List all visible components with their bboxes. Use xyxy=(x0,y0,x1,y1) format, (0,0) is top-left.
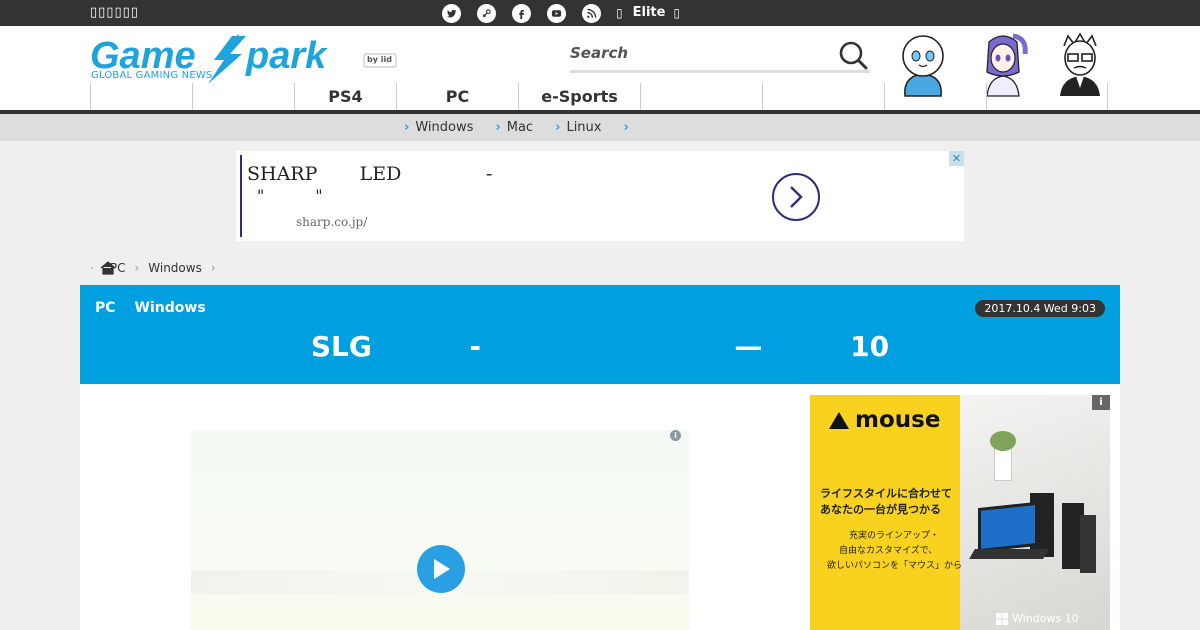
search-icon[interactable] xyxy=(838,40,868,70)
windows-logo-icon xyxy=(996,612,1008,625)
plant-graphic xyxy=(990,431,1016,451)
top-bar: ▯▯▯▯▯▯ ▯ Elite ▯ xyxy=(0,0,1200,26)
nav-item-2[interactable] xyxy=(192,83,294,110)
category-pc[interactable]: PC xyxy=(95,300,116,316)
youtube-icon[interactable] xyxy=(547,4,566,23)
ad-close-icon[interactable]: ✕ xyxy=(949,151,964,166)
nav-item-7[interactable] xyxy=(762,83,884,110)
sub-nav: › Windows › Mac › Linux › xyxy=(0,114,1200,141)
ad-info-icon[interactable]: i xyxy=(1092,395,1110,410)
nav-item-1[interactable] xyxy=(90,83,192,110)
facebook-icon[interactable] xyxy=(512,4,531,23)
play-button[interactable] xyxy=(417,545,465,593)
chevron-right-icon: › xyxy=(495,120,501,135)
article-header: PC Windows 2017.10.4 Wed 9:03 SLG - — 10 xyxy=(80,285,1120,384)
chevron-right-icon xyxy=(790,186,803,208)
subnav-item-windows[interactable]: › Windows xyxy=(404,120,473,135)
elite-label: Elite xyxy=(632,5,666,20)
site-label: ▯▯▯▯▯▯ xyxy=(90,5,139,20)
ad-body-copy: 充実のラインアップ・ 自由なカスタマイズで、 欲しいパソコンを「マウス」から xyxy=(827,531,963,571)
rss-icon[interactable] xyxy=(582,4,601,23)
nav-item-6[interactable] xyxy=(640,83,762,110)
breadcrumb: · PC › Windows › xyxy=(90,261,225,275)
ad-headline-copy: ライフスタイルに合わせて あなたの一台が見つかる xyxy=(820,487,952,516)
logo-byline: by iid xyxy=(367,55,392,64)
windows-badge: Windows 10 xyxy=(996,612,1079,625)
logo-tagline: GLOBAL GAMING NEWS xyxy=(91,70,213,81)
laptop-screen-graphic xyxy=(978,501,1038,553)
search-box xyxy=(570,36,870,73)
main-nav: PS4 PC e-Sports xyxy=(90,83,1110,114)
mouse-logo-icon xyxy=(829,411,849,429)
twitter-icon[interactable] xyxy=(442,4,461,23)
steam-icon[interactable] xyxy=(477,4,496,23)
laptop-base-graphic xyxy=(969,549,1049,559)
pc-tower-graphic xyxy=(1080,515,1096,573)
article-categories: PC Windows xyxy=(95,300,206,316)
subnav-item-mac[interactable]: › Mac xyxy=(495,120,533,135)
vase-graphic xyxy=(994,447,1012,481)
ad-url: sharp.co.jp/ xyxy=(296,215,368,229)
video-player[interactable] xyxy=(191,430,689,630)
elite-link[interactable]: ▯ Elite ▯ xyxy=(616,5,680,20)
article-title: SLG - — 10 xyxy=(310,330,890,363)
elite-prefix-icon: ▯ xyxy=(616,5,623,20)
ad-banner[interactable]: SHARP LED - " " sharp.co.jp/ ✕ xyxy=(236,151,964,241)
ad-subline: " " xyxy=(257,186,323,205)
chevron-right-icon: › xyxy=(555,120,561,135)
mouse-brand-logo: mouse xyxy=(829,407,940,433)
nav-item-esports[interactable]: e-Sports xyxy=(518,83,640,110)
video-info-icon[interactable]: i xyxy=(670,430,681,441)
breadcrumb-item-pc[interactable]: PC xyxy=(110,261,126,275)
article-date: 2017.10.4 Wed 9:03 xyxy=(975,300,1105,317)
play-icon xyxy=(434,559,450,579)
breadcrumb-separator: › xyxy=(134,261,140,275)
side-ad[interactable]: mouse ライフスタイルに合わせて あなたの一台が見つかる 充実のラインアップ… xyxy=(810,395,1110,630)
subnav-item-4[interactable]: › xyxy=(623,120,634,135)
subnav-item-linux[interactable]: › Linux xyxy=(555,120,601,135)
nav-item-pc[interactable]: PC xyxy=(396,83,518,114)
ad-go-button[interactable] xyxy=(772,173,820,221)
breadcrumb-dot: · xyxy=(90,261,94,275)
social-links xyxy=(442,4,617,23)
ad-headline: SHARP LED - xyxy=(247,163,493,185)
ad-product-photo xyxy=(960,395,1110,630)
chevron-right-icon: › xyxy=(404,120,410,135)
search-input[interactable] xyxy=(570,36,820,70)
nav-item-ps4[interactable]: PS4 xyxy=(294,83,396,110)
ad-accent-bar xyxy=(240,155,242,237)
chevron-right-icon: › xyxy=(623,120,629,135)
svg-text:*: * xyxy=(235,34,241,47)
breadcrumb-item-windows[interactable]: Windows xyxy=(148,261,202,275)
nav-item-8[interactable] xyxy=(884,83,986,110)
category-windows[interactable]: Windows xyxy=(135,300,206,316)
elite-suffix-icon: ▯ xyxy=(673,5,681,20)
breadcrumb-separator: › xyxy=(210,261,216,275)
svg-text:park: park xyxy=(245,35,328,77)
nav-item-9[interactable] xyxy=(986,83,1108,110)
